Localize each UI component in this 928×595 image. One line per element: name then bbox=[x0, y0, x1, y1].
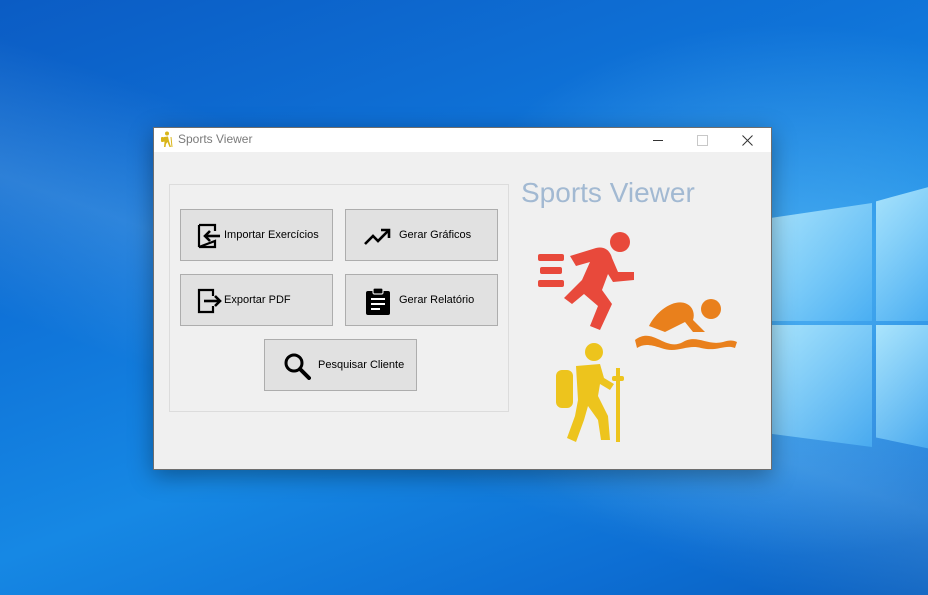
import-exercises-button[interactable]: Importar Exercícios bbox=[180, 209, 333, 261]
brand-title: Sports Viewer bbox=[521, 177, 695, 208]
runner-icon bbox=[538, 232, 634, 330]
app-window: Sports Viewer Importar Exercícios Gerar … bbox=[153, 127, 772, 470]
import-exercises-label: Importar Exercícios bbox=[224, 229, 319, 241]
maximize-icon bbox=[697, 134, 708, 146]
search-client-label: Pesquisar Cliente bbox=[318, 359, 405, 371]
search-client-button[interactable]: Pesquisar Cliente bbox=[264, 339, 417, 391]
generate-charts-button[interactable]: Gerar Gráficos bbox=[345, 209, 498, 261]
import-icon bbox=[197, 223, 220, 249]
clipboard-icon bbox=[366, 287, 390, 315]
maximize-button[interactable] bbox=[680, 128, 725, 152]
export-pdf-label: Exportar PDF bbox=[224, 294, 291, 306]
generate-report-label: Gerar Relatório bbox=[399, 294, 475, 306]
swimmer-icon bbox=[635, 299, 737, 350]
minimize-icon bbox=[652, 139, 663, 141]
hiker-app-icon bbox=[161, 131, 173, 148]
windows-logo-wallpaper bbox=[760, 185, 928, 450]
minimize-button[interactable] bbox=[635, 128, 680, 152]
title-bar[interactable]: Sports Viewer bbox=[154, 128, 771, 152]
window-title: Sports Viewer bbox=[178, 132, 253, 146]
generate-charts-label: Gerar Gráficos bbox=[399, 229, 472, 241]
close-icon bbox=[742, 134, 753, 146]
close-button[interactable] bbox=[725, 128, 770, 152]
export-icon bbox=[197, 288, 222, 314]
search-icon bbox=[284, 353, 311, 380]
hiker-icon bbox=[556, 343, 624, 442]
trending-up-icon bbox=[364, 228, 391, 245]
export-pdf-button[interactable]: Exportar PDF bbox=[180, 274, 333, 326]
generate-report-button[interactable]: Gerar Relatório bbox=[345, 274, 498, 326]
